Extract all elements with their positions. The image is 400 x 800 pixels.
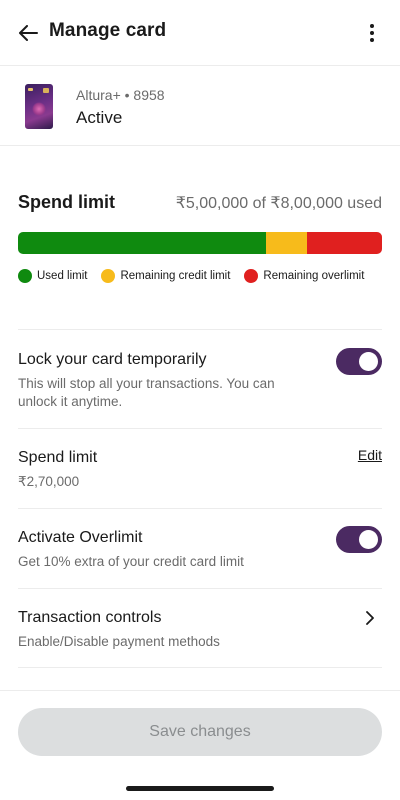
legend-label: Used limit (37, 270, 88, 282)
spend-summary-header: Spend limit ₹5,00,000 of ₹8,00,000 used (18, 192, 382, 216)
page-title: Manage card (49, 20, 167, 41)
transaction-controls-subtitle: Enable/Disable payment methods (18, 634, 220, 649)
legend-item-remaining-overlimit: Remaining overlimit (244, 269, 364, 283)
more-options-button[interactable] (368, 21, 376, 45)
footer-divider (0, 690, 400, 691)
chevron-right-icon[interactable] (364, 611, 376, 625)
toggle-knob (359, 530, 378, 549)
overlimit-toggle[interactable] (336, 526, 382, 553)
spend-summary-used: ₹5,00,000 of ₹8,00,000 used (175, 195, 382, 212)
lock-card-subtitle-line2: unlock it anytime. (18, 394, 123, 409)
lock-card-section: Lock your card temporarily This will sto… (18, 329, 382, 428)
legend-item-used: Used limit (18, 269, 87, 283)
card-name: Altura+ • 8958 (76, 87, 165, 103)
save-changes-button[interactable]: Save changes (18, 708, 382, 756)
overlimit-subtitle: Get 10% extra of your credit card limit (18, 554, 244, 569)
bar-remaining-credit-segment (265, 232, 308, 254)
more-vertical-icon (370, 24, 374, 28)
bar-used-segment (18, 232, 266, 254)
lock-card-title: Lock your card temporarily (18, 351, 207, 368)
card-info-row: Altura+ • 8958 Active (0, 66, 400, 146)
spend-summary-title: Spend limit (18, 192, 116, 212)
card-thumbnail (25, 84, 53, 129)
app-header: Manage card (0, 0, 400, 66)
spend-limit-section: Spend limit ₹2,70,000 Edit (18, 428, 382, 508)
spend-limit-value: ₹2,70,000 (18, 474, 80, 489)
overlimit-section: Activate Overlimit Get 10% extra of your… (18, 508, 382, 588)
spend-progress-bar (18, 232, 382, 254)
edit-spend-limit-link[interactable]: Edit (358, 447, 382, 463)
lock-card-toggle[interactable] (336, 348, 382, 375)
arrow-left-icon (19, 25, 38, 41)
card-status: Active (76, 108, 123, 127)
toggle-knob (359, 352, 378, 371)
lock-card-subtitle-line1: This will stop all your transactions. Yo… (18, 376, 275, 391)
transaction-controls-row[interactable]: Transaction controls Enable/Disable paym… (18, 588, 382, 668)
bar-remaining-overlimit-segment (307, 232, 382, 254)
legend-dot (18, 269, 32, 283)
home-indicator (126, 786, 274, 791)
legend-label: Remaining overlimit (263, 270, 365, 282)
transaction-controls-title: Transaction controls (18, 609, 162, 626)
legend-dot (244, 269, 259, 283)
legend-item-remaining-credit: Remaining credit limit (101, 269, 230, 283)
legend-dot (101, 269, 116, 283)
spend-limit-title: Spend limit (18, 449, 98, 466)
legend-label: Remaining credit limit (120, 270, 231, 282)
back-button[interactable] (16, 21, 40, 45)
overlimit-title: Activate Overlimit (18, 529, 143, 546)
spend-legend: Used limit Remaining credit limit Remain… (18, 268, 364, 284)
